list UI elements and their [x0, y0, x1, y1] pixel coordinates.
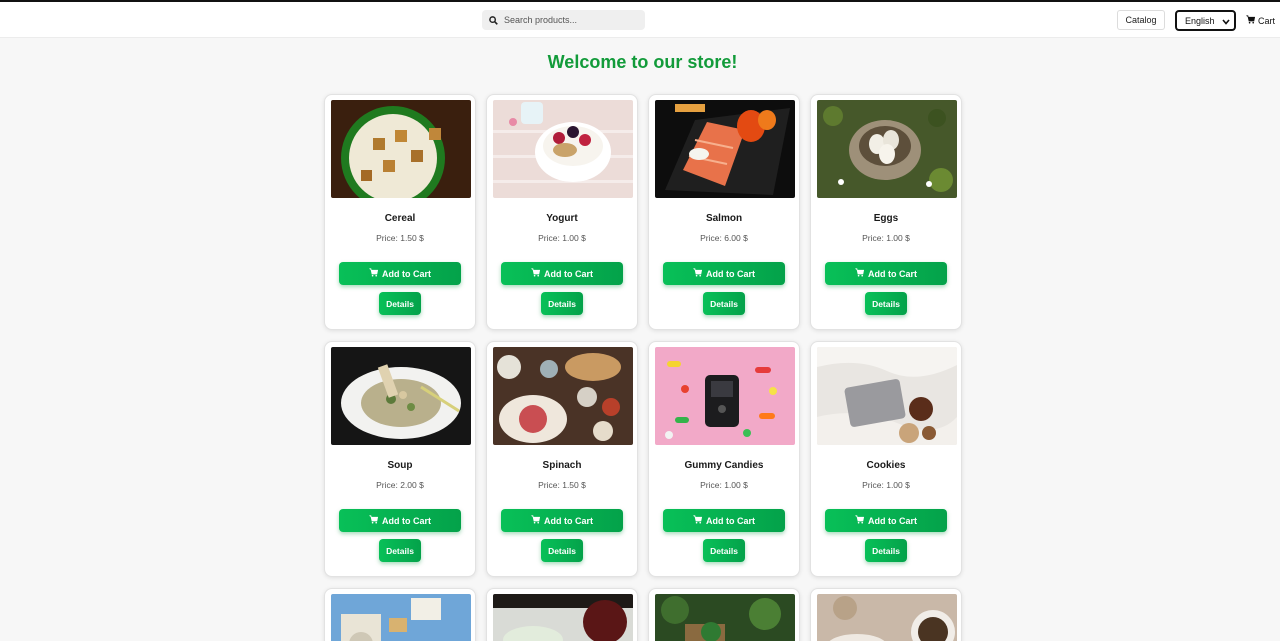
details-button[interactable]: Details [865, 539, 907, 562]
product-price: Price: 6.00 $ [700, 233, 748, 243]
product-name: Cereal [384, 213, 416, 224]
product-card [810, 588, 962, 641]
product-price: Price: 1.00 $ [700, 480, 748, 490]
cart-icon [693, 268, 706, 279]
add-to-cart-button[interactable]: Add to Cart [663, 262, 785, 285]
product-image-cereal[interactable] [331, 100, 471, 198]
product-image[interactable] [655, 594, 795, 641]
product-card: Cookies Price: 1.00 $ Add to Cart Detail… [810, 341, 962, 577]
details-button[interactable]: Details [379, 292, 421, 315]
product-price: Price: 1.00 $ [538, 233, 586, 243]
product-image[interactable] [493, 594, 633, 641]
add-to-cart-button[interactable]: Add to Cart [825, 262, 947, 285]
product-image-cookies[interactable] [817, 347, 957, 445]
add-to-cart-label: Add to Cart [382, 268, 431, 279]
details-button[interactable]: Details [379, 539, 421, 562]
cart-icon [1246, 15, 1258, 26]
add-to-cart-label: Add to Cart [382, 515, 431, 526]
details-button[interactable]: Details [865, 292, 907, 315]
add-to-cart-label: Add to Cart [706, 515, 755, 526]
cart-icon [369, 515, 382, 526]
product-card: Soup Price: 2.00 $ Add to Cart Details [324, 341, 476, 577]
product-image-gummy-candies[interactable] [655, 347, 795, 445]
product-card: Eggs Price: 1.00 $ Add to Cart Details [810, 94, 962, 330]
product-price: Price: 1.00 $ [862, 480, 910, 490]
product-price: Price: 1.50 $ [376, 233, 424, 243]
product-price: Price: 1.50 $ [538, 480, 586, 490]
product-image[interactable] [331, 594, 471, 641]
add-to-cart-label: Add to Cart [544, 515, 593, 526]
cart-icon [855, 268, 868, 279]
add-to-cart-label: Add to Cart [868, 515, 917, 526]
product-image-eggs[interactable] [817, 100, 957, 198]
cart-icon [531, 268, 544, 279]
product-name: Cookies [866, 460, 906, 471]
product-card [648, 588, 800, 641]
add-to-cart-button[interactable]: Add to Cart [339, 262, 461, 285]
product-image-spinach[interactable] [493, 347, 633, 445]
product-image-soup[interactable] [331, 347, 471, 445]
details-button[interactable]: Details [703, 292, 745, 315]
add-to-cart-label: Add to Cart [868, 268, 917, 279]
product-card: Gummy Candies Price: 1.00 $ Add to Cart … [648, 341, 800, 577]
cart-icon [855, 515, 868, 526]
product-card [324, 588, 476, 641]
product-card: Cereal Price: 1.50 $ Add to Cart Details [324, 94, 476, 330]
product-card: Salmon Price: 6.00 $ Add to Cart Details [648, 94, 800, 330]
search-input[interactable] [504, 15, 640, 25]
product-card: Yogurt Price: 1.00 $ Add to Cart Details [486, 94, 638, 330]
details-button[interactable]: Details [541, 292, 583, 315]
catalog-button[interactable]: Catalog [1117, 10, 1165, 30]
language-select[interactable]: English [1175, 10, 1236, 31]
details-button[interactable]: Details [541, 539, 583, 562]
product-image-yogurt[interactable] [493, 100, 633, 198]
product-name: Yogurt [546, 213, 578, 224]
search-bar[interactable] [482, 10, 645, 30]
product-price: Price: 2.00 $ [376, 480, 424, 490]
cart-icon [693, 515, 706, 526]
product-name: Soup [387, 460, 413, 471]
add-to-cart-button[interactable]: Add to Cart [663, 509, 785, 532]
cart-icon [531, 515, 544, 526]
page-title: Welcome to our store! [547, 52, 738, 72]
chevron-down-icon [1222, 17, 1230, 27]
product-card [486, 588, 638, 641]
product-price: Price: 1.00 $ [862, 233, 910, 243]
product-image-salmon[interactable] [655, 100, 795, 198]
product-image[interactable] [817, 594, 957, 641]
add-to-cart-button[interactable]: Add to Cart [339, 509, 461, 532]
cart-icon [369, 268, 382, 279]
product-name: Gummy Candies [684, 460, 764, 471]
product-name: Salmon [705, 213, 743, 224]
details-button[interactable]: Details [703, 539, 745, 562]
cart-link[interactable]: Cart [1246, 15, 1275, 26]
add-to-cart-button[interactable]: Add to Cart [825, 509, 947, 532]
product-name: Eggs [873, 213, 899, 224]
search-icon [482, 15, 504, 25]
add-to-cart-label: Add to Cart [544, 268, 593, 279]
add-to-cart-label: Add to Cart [706, 268, 755, 279]
language-selected-value: English [1185, 15, 1215, 26]
add-to-cart-button[interactable]: Add to Cart [501, 262, 623, 285]
product-card: Spinach Price: 1.50 $ Add to Cart Detail… [486, 341, 638, 577]
top-navbar: Catalog English Cart [0, 2, 1280, 38]
cart-label: Cart [1258, 15, 1276, 26]
product-name: Spinach [542, 460, 582, 471]
add-to-cart-button[interactable]: Add to Cart [501, 509, 623, 532]
